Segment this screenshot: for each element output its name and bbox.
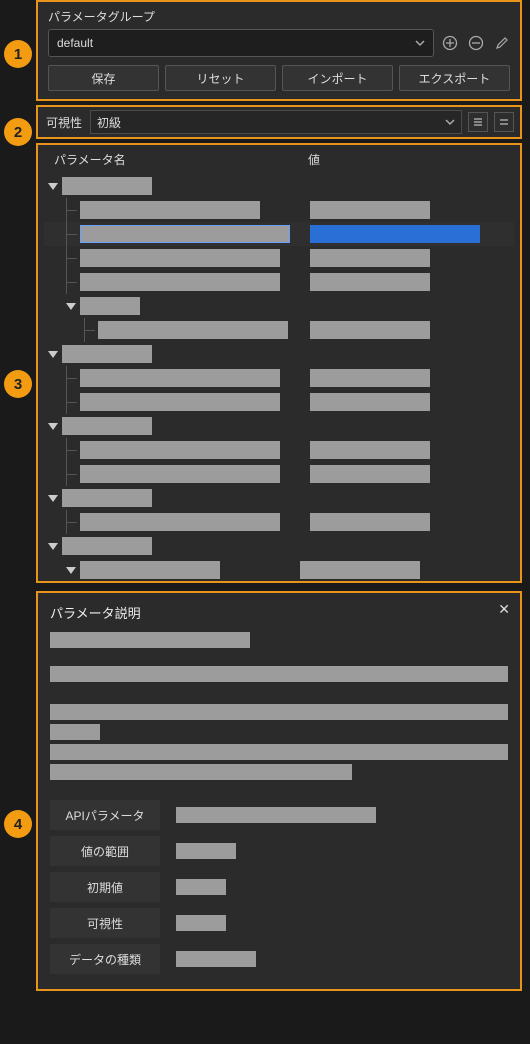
redacted-text: [176, 843, 236, 859]
tree-row[interactable]: [44, 510, 514, 534]
redacted-text: [176, 915, 226, 931]
visibility-bar: 可視性 初級: [36, 105, 522, 139]
tree-header: パラメータ名 値: [44, 149, 514, 174]
callout-4: 4: [4, 810, 32, 838]
tree-row[interactable]: [44, 558, 514, 582]
tree-body[interactable]: [44, 174, 514, 582]
collapse-all-button[interactable]: [494, 112, 514, 132]
chevron-down-icon[interactable]: [48, 495, 58, 502]
redacted-text: [50, 764, 352, 780]
tree-row[interactable]: [44, 270, 514, 294]
tree-row[interactable]: [44, 462, 514, 486]
redacted-text: [50, 724, 100, 740]
add-group-icon[interactable]: [442, 35, 458, 51]
tree-row-selected[interactable]: [44, 222, 514, 246]
edit-group-icon[interactable]: [494, 35, 510, 51]
redacted-text: [50, 666, 508, 682]
desc-row-visibility: 可視性: [50, 908, 508, 938]
import-button[interactable]: インポート: [282, 65, 393, 91]
chevron-down-icon: [415, 38, 425, 48]
callout-2: 2: [4, 118, 32, 146]
parameter-tree-panel: パラメータ名 値: [36, 143, 522, 583]
remove-group-icon[interactable]: [468, 35, 484, 51]
tree-group-row[interactable]: [44, 486, 514, 510]
reset-button[interactable]: リセット: [165, 65, 276, 91]
tree-group-row[interactable]: [44, 414, 514, 438]
redacted-text: [176, 951, 256, 967]
chevron-down-icon: [445, 117, 455, 127]
desc-key-default: 初期値: [50, 872, 160, 902]
tree-group-row[interactable]: [44, 534, 514, 558]
redacted-text: [176, 807, 376, 823]
expand-all-button[interactable]: [468, 112, 488, 132]
parameter-description-title: パラメータ説明: [50, 603, 508, 622]
tree-group-row[interactable]: [44, 342, 514, 366]
description-table: APIパラメータ 値の範囲 初期値 可視性 データの種類: [50, 800, 508, 974]
tree-row[interactable]: [44, 198, 514, 222]
redacted-text: [50, 704, 508, 720]
tree-subgroup-row[interactable]: [44, 294, 514, 318]
tree-row[interactable]: [44, 246, 514, 270]
desc-row-dtype: データの種類: [50, 944, 508, 974]
desc-key-range: 値の範囲: [50, 836, 160, 866]
chevron-down-icon[interactable]: [66, 303, 76, 310]
chevron-down-icon[interactable]: [66, 567, 76, 574]
parameter-description-panel: ✕ パラメータ説明 APIパラメータ 値の範囲 初期値 可視性: [36, 591, 522, 991]
visibility-select[interactable]: 初級: [90, 110, 462, 134]
export-button[interactable]: エクスポート: [399, 65, 510, 91]
tree-row[interactable]: [44, 366, 514, 390]
visibility-label: 可視性: [46, 114, 82, 131]
desc-key-api: APIパラメータ: [50, 800, 160, 830]
desc-key-dtype: データの種類: [50, 944, 160, 974]
tree-row[interactable]: [44, 318, 514, 342]
tree-row[interactable]: [44, 438, 514, 462]
callout-3: 3: [4, 370, 32, 398]
close-button[interactable]: ✕: [498, 601, 510, 618]
desc-row-api: APIパラメータ: [50, 800, 508, 830]
desc-row-default: 初期値: [50, 872, 508, 902]
redacted-text: [50, 632, 250, 648]
tree-row[interactable]: [44, 390, 514, 414]
redacted-text: [176, 879, 226, 895]
chevron-down-icon[interactable]: [48, 543, 58, 550]
desc-key-visibility: 可視性: [50, 908, 160, 938]
chevron-down-icon[interactable]: [48, 183, 58, 190]
parameter-group-select[interactable]: default: [48, 29, 434, 57]
redacted-text: [50, 744, 508, 760]
chevron-down-icon[interactable]: [48, 423, 58, 430]
parameter-group-title: パラメータグループ: [48, 8, 510, 25]
tree-group-row[interactable]: [44, 174, 514, 198]
parameter-group-panel: パラメータグループ default 保存 リセット インポート エクスポート: [36, 0, 522, 101]
chevron-down-icon[interactable]: [48, 351, 58, 358]
save-button[interactable]: 保存: [48, 65, 159, 91]
callout-1: 1: [4, 40, 32, 68]
desc-row-range: 値の範囲: [50, 836, 508, 866]
parameter-group-selected: default: [57, 36, 93, 50]
tree-header-name: パラメータ名: [54, 151, 308, 168]
visibility-selected: 初級: [97, 114, 121, 131]
tree-header-value: 値: [308, 151, 514, 168]
